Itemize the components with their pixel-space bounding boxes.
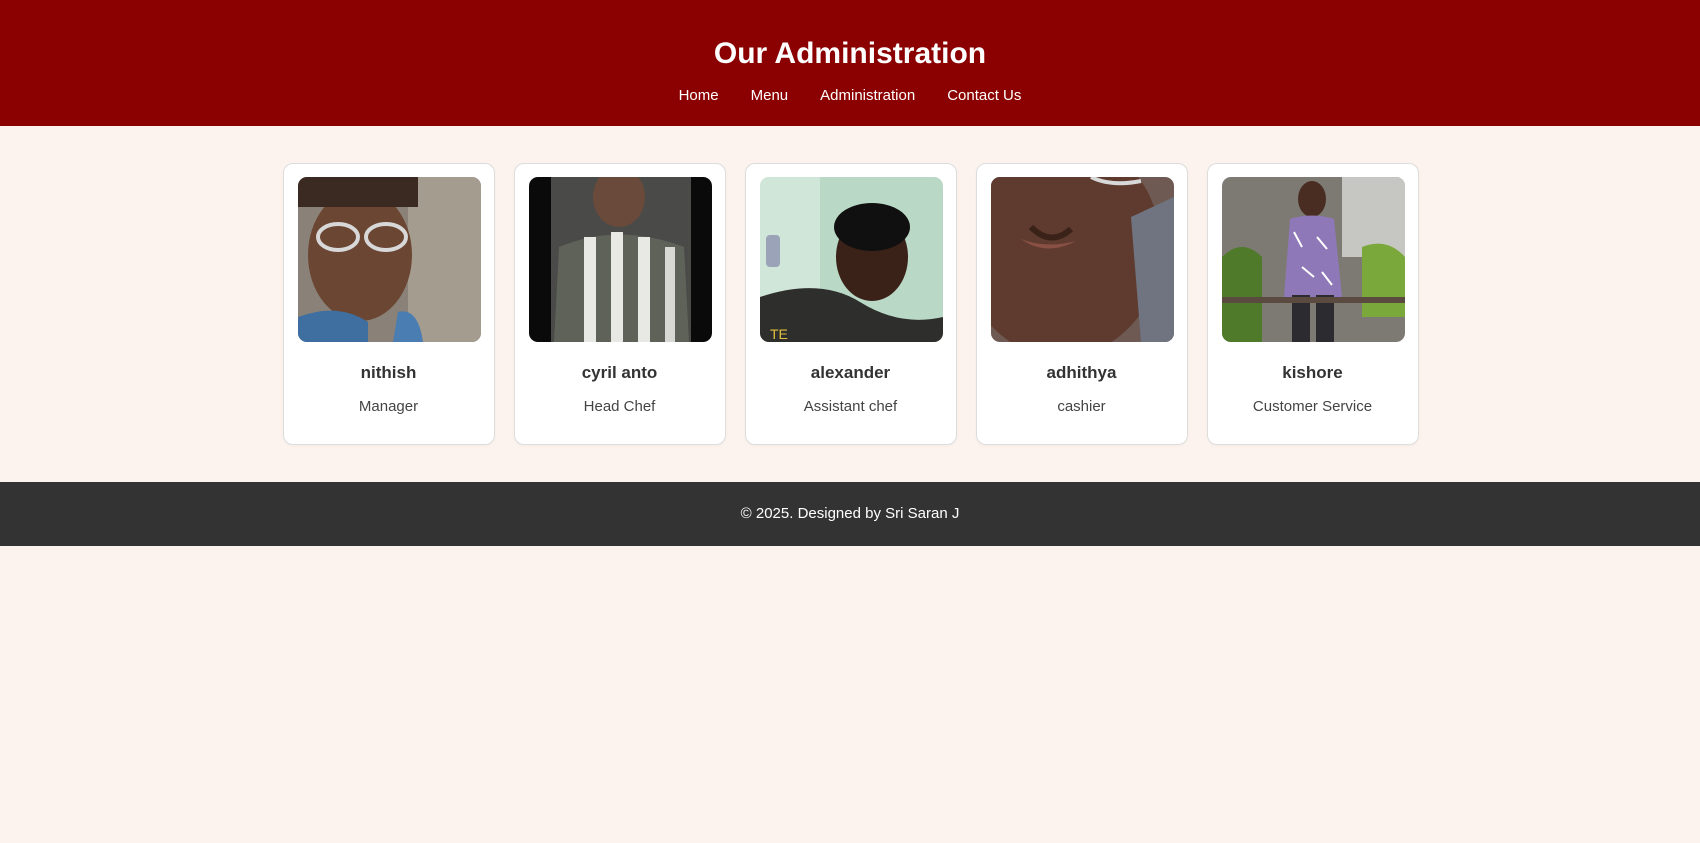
staff-photo [528,177,712,342]
nav-menu-link[interactable]: Menu [751,87,789,105]
staff-photo [1221,177,1405,342]
staff-name: cyril anto [581,363,658,382]
footer-copyright: © 2025. Designed by Sri Saran J [740,505,960,522]
staff-role: cashier [1057,398,1106,415]
staff-card: TE alexander Assistant chef [744,163,957,445]
site-footer: © 2025. Designed by Sri Saran J [0,482,1700,546]
staff-name: alexander [810,363,891,382]
nav-contact-link[interactable]: Contact Us [947,87,1021,105]
staff-role: Manager [358,398,419,415]
nav-home-link[interactable]: Home [679,87,719,105]
staff-grid: nithish Manager cyril anto Head Chef TE … [1,126,1700,482]
svg-text:TE: TE [770,326,788,342]
staff-name: kishore [1282,363,1343,382]
staff-name: nithish [360,363,417,382]
staff-role: Head Chef [583,398,656,415]
staff-card: nithish Manager [282,163,495,445]
staff-name: adhithya [1046,363,1117,382]
staff-photo [297,177,481,342]
staff-card: adhithya cashier [975,163,1188,445]
staff-role: Assistant chef [803,398,898,415]
main-nav: Home Menu Administration Contact Us [0,87,1700,105]
staff-photo [990,177,1174,342]
staff-card: cyril anto Head Chef [513,163,726,445]
staff-role: Customer Service [1252,398,1373,415]
staff-photo: TE [759,177,943,342]
staff-card: kishore Customer Service [1206,163,1419,445]
nav-administration-link[interactable]: Administration [820,87,915,105]
page-title: Our Administration [713,37,987,70]
site-header: Our Administration Home Menu Administrat… [0,0,1700,126]
